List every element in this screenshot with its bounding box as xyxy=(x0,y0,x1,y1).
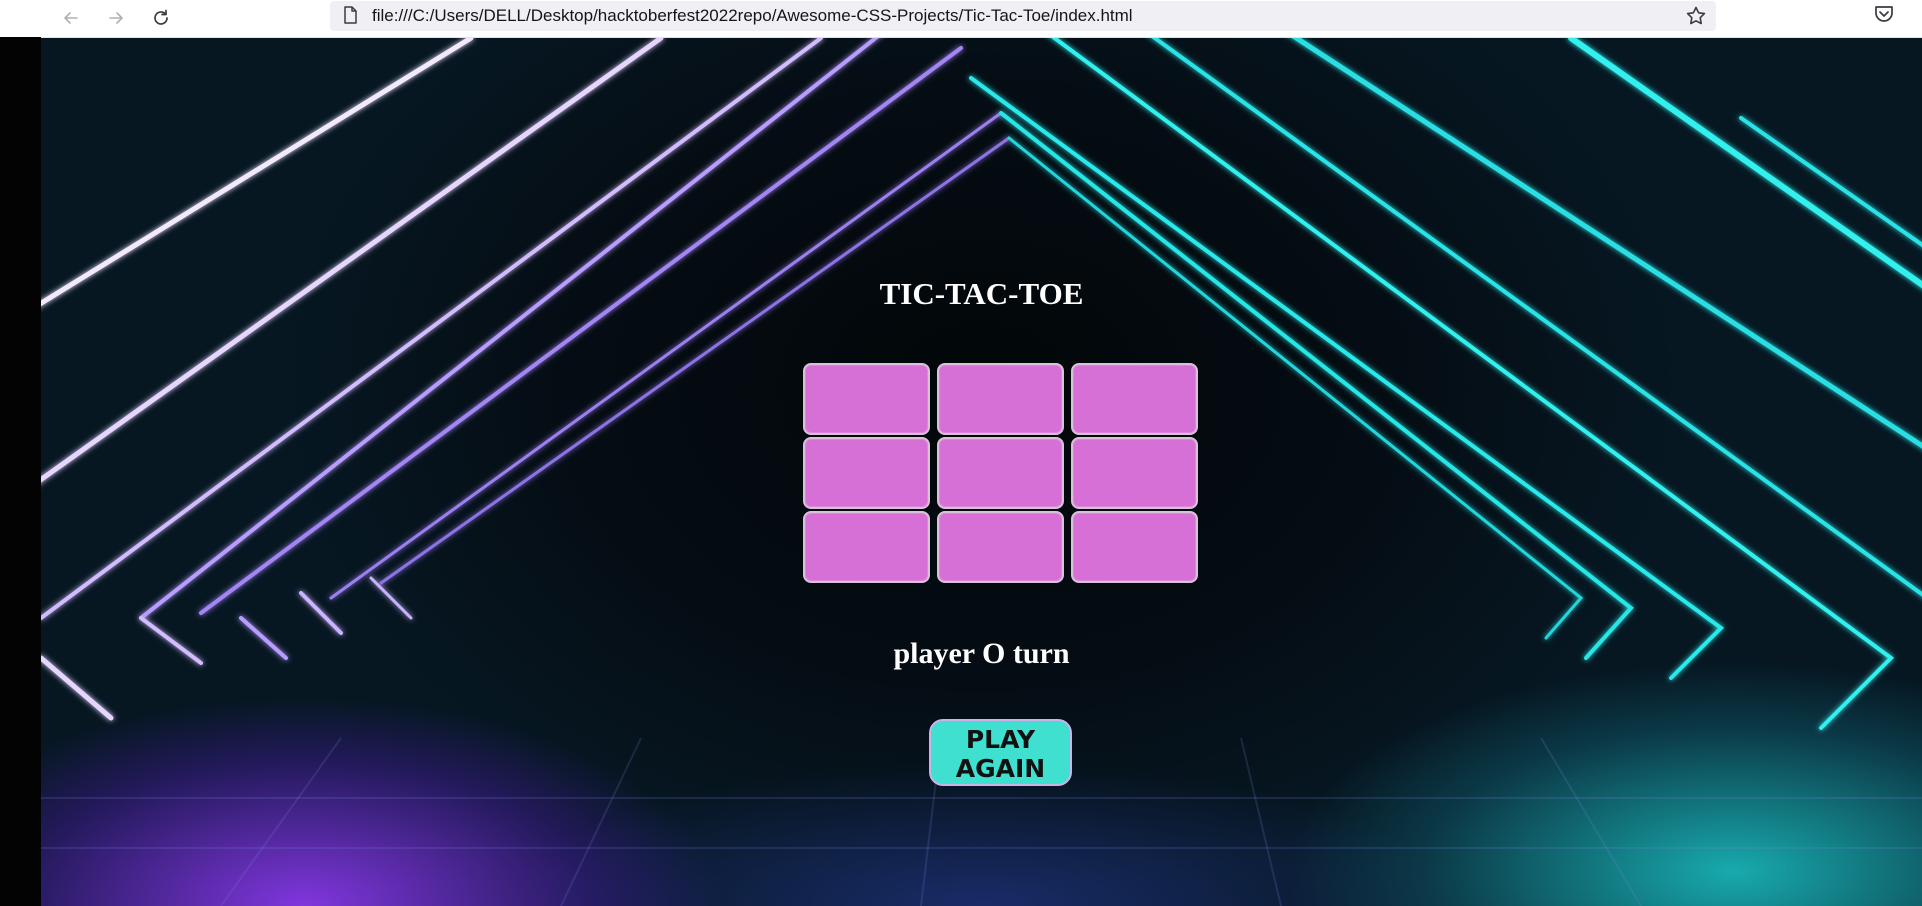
play-again-label-line2: AGAIN xyxy=(955,754,1046,783)
url-text: file:///C:/Users/DELL/Desktop/hacktoberf… xyxy=(372,6,1133,25)
browser-toolbar: file:///C:/Users/DELL/Desktop/hacktoberf… xyxy=(0,0,1922,38)
page-icon xyxy=(344,6,357,24)
address-bar[interactable]: file:///C:/Users/DELL/Desktop/hacktoberf… xyxy=(330,1,1716,31)
turn-status: player O turn xyxy=(893,637,1070,670)
back-arrow-icon[interactable] xyxy=(57,4,85,32)
board-cell-8[interactable] xyxy=(937,511,1064,583)
board-cell-1[interactable] xyxy=(803,363,930,435)
board-cell-2[interactable] xyxy=(937,363,1064,435)
board-cell-4[interactable] xyxy=(803,437,930,509)
board-cell-6[interactable] xyxy=(1071,437,1198,509)
play-again-label-line1: PLAY xyxy=(965,725,1036,754)
pocket-icon[interactable] xyxy=(1872,2,1896,26)
board-cell-3[interactable] xyxy=(1071,363,1198,435)
play-again-button[interactable]: PLAY AGAIN xyxy=(929,719,1072,786)
reload-icon[interactable] xyxy=(147,4,175,32)
forward-arrow-icon[interactable] xyxy=(102,4,130,32)
board-cell-5[interactable] xyxy=(937,437,1064,509)
window-left-edge xyxy=(0,37,41,906)
board-cell-9[interactable] xyxy=(1071,511,1198,583)
game-board xyxy=(803,363,1199,583)
page-viewport: TIC-TAC-TOE player O turn PLAY AGAIN xyxy=(41,38,1922,906)
game-title: TIC-TAC-TOE xyxy=(879,276,1084,311)
board-cell-7[interactable] xyxy=(803,511,930,583)
bookmark-star-icon[interactable] xyxy=(1684,4,1708,28)
